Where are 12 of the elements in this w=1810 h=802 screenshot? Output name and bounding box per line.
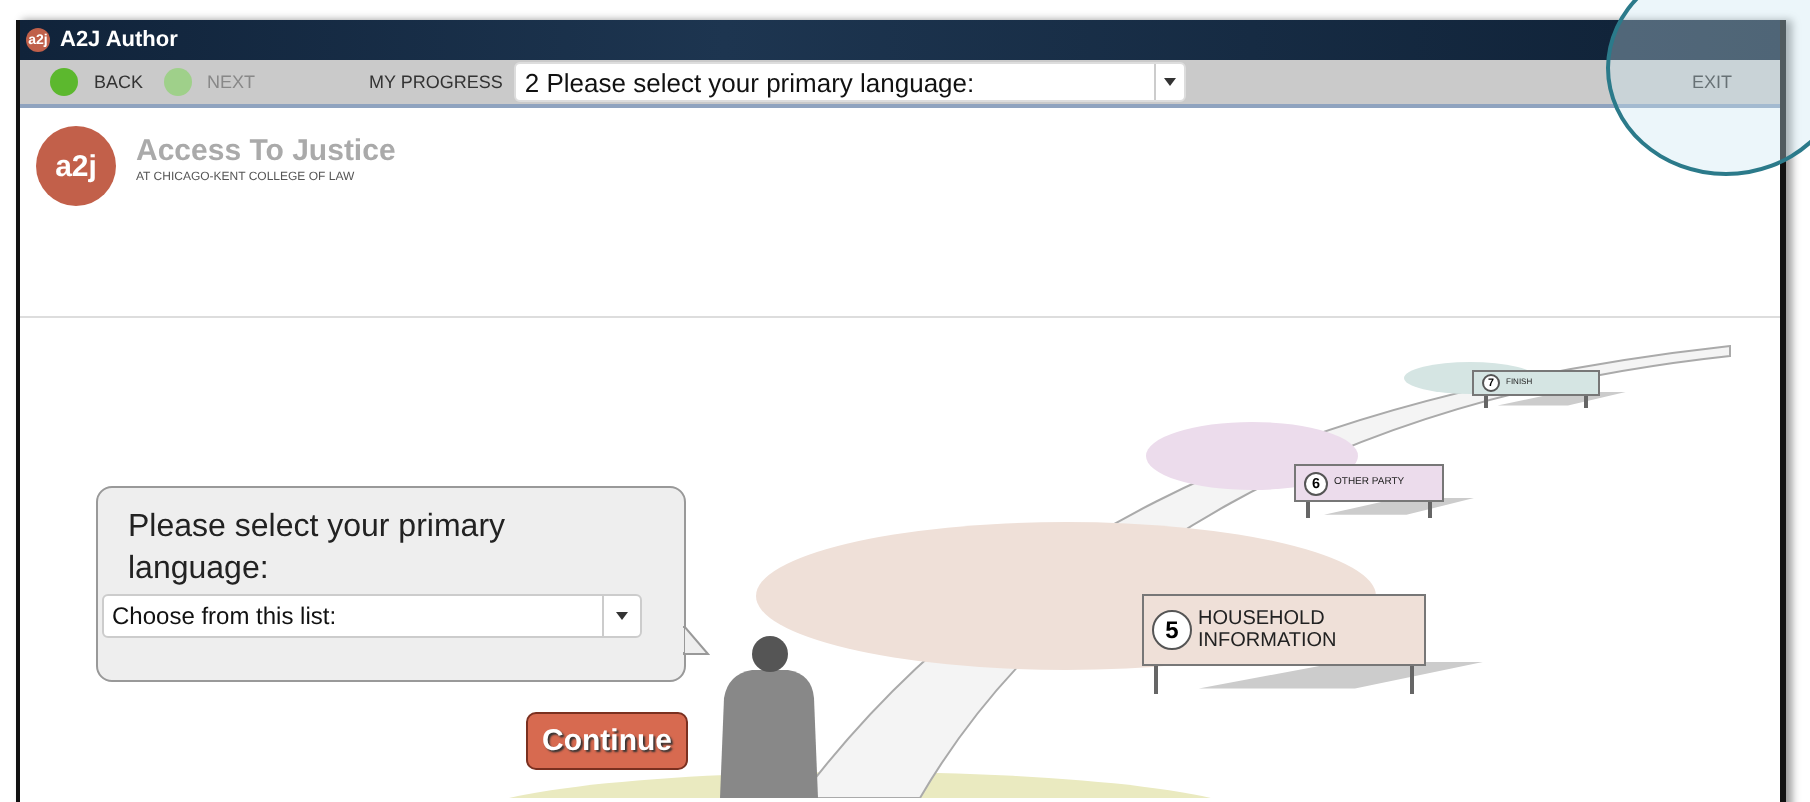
progress-dropdown[interactable]: 2 Please select your primary language: <box>514 62 1187 102</box>
step-label: HOUSEHOLD INFORMATION <box>1198 608 1339 652</box>
logo: a2j <box>36 126 116 206</box>
back-button[interactable]: BACK <box>50 68 144 96</box>
language-dropdown[interactable]: Choose from this list: <box>102 594 642 638</box>
step-number: 5 <box>1152 610 1192 650</box>
caret-icon <box>616 612 628 620</box>
window-title: A2J Author <box>60 28 178 52</box>
question-text: Please select your primary language: <box>128 508 508 590</box>
header-title: Access To Justice <box>136 134 396 168</box>
caret-icon <box>1164 78 1177 86</box>
progress-label: MY PROGRESS <box>369 72 503 92</box>
